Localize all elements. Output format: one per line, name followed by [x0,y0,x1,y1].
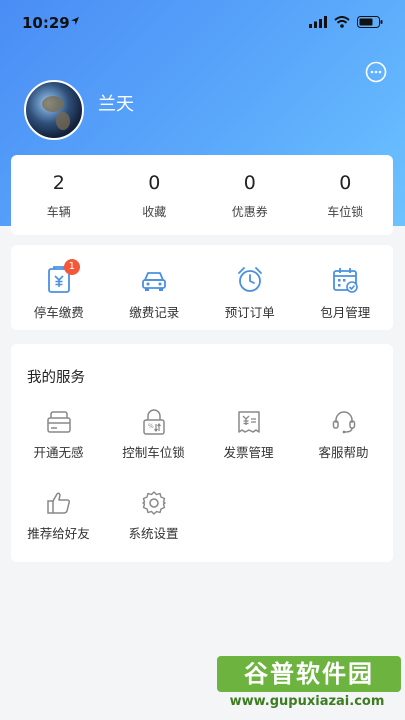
quick-action-label: 停车缴费 [33,305,84,320]
location-arrow-icon [71,17,79,25]
service-label: 控制车位锁 [122,445,185,460]
payment-records-button[interactable]: 缴费记录 [107,245,203,330]
service-system-settings[interactable]: 系统设置 [106,489,201,542]
service-label: 客服帮助 [318,445,369,460]
notification-badge: 1 [63,259,80,275]
service-label: 开通无感 [33,445,84,460]
status-indicators [309,16,383,28]
stat-value: 2 [52,172,65,194]
watermark-url: www.gupuxiazai.com [229,694,385,709]
stat-parking-locks[interactable]: 0 车位锁 [298,155,394,235]
status-bar: 10:29 [0,0,405,44]
monthly-management-button[interactable]: 包月管理 [298,245,394,330]
stat-label: 车辆 [46,205,71,219]
service-label: 系统设置 [128,526,179,541]
thumbs-up-icon [45,489,73,517]
card-icon [45,408,73,436]
stats-card: 2 车辆 0 收藏 0 优惠券 0 车位锁 [11,155,393,235]
wifi-icon [334,16,350,28]
avatar[interactable] [24,80,84,140]
services-card: 我的服务 开通无感 % 控制车位锁 发票管理 客服帮助 推荐给好友 系统设置 [11,344,393,562]
service-label: 发票管理 [223,445,274,460]
svg-text:%: % [148,423,154,430]
service-invoice-management[interactable]: 发票管理 [201,408,296,461]
parking-receipt-icon: 1 [44,259,80,295]
stat-label: 车位锁 [327,205,364,219]
services-title: 我的服务 [27,370,85,386]
signal-icon [309,16,327,28]
watermark-logo: 谷普软件园 www.gupuxiazai.com [213,656,401,716]
avatar-land-shape [42,96,64,112]
gear-icon [140,489,168,517]
quick-action-label: 包月管理 [320,305,371,320]
parking-payment-button[interactable]: 1 停车缴费 [11,245,107,330]
service-parking-lock-control[interactable]: % 控制车位锁 [106,408,201,461]
stat-coupons[interactable]: 0 优惠券 [202,155,298,235]
status-time: 10:29 [22,14,70,32]
watermark-brand: 谷普软件园 [217,656,401,692]
booking-orders-button[interactable]: 预订订单 [202,245,298,330]
service-enable-contactless[interactable]: 开通无感 [11,408,106,461]
service-customer-help[interactable]: 客服帮助 [296,408,391,461]
quick-actions-card: 1 停车缴费 缴费记录 预订订单 包月管理 [11,245,393,330]
stat-value: 0 [243,172,256,194]
car-icon [139,265,169,295]
calendar-check-icon [330,265,360,295]
stat-favorites[interactable]: 0 收藏 [107,155,203,235]
service-label: 推荐给好友 [27,526,90,541]
quick-action-label: 缴费记录 [129,305,180,320]
stat-value: 0 [148,172,161,194]
stat-label: 优惠券 [231,205,268,219]
service-recommend-friends[interactable]: 推荐给好友 [11,489,106,542]
alarm-clock-icon [235,265,265,295]
avatar-land-shape [56,112,70,130]
quick-action-label: 预订订单 [224,305,275,320]
message-icon[interactable] [365,61,387,83]
stat-vehicles[interactable]: 2 车辆 [11,155,107,235]
username[interactable]: 兰天 [98,90,134,116]
battery-icon [357,16,383,28]
stat-value: 0 [339,172,352,194]
stat-label: 收藏 [142,205,167,219]
invoice-icon [235,408,263,436]
headset-icon [330,408,358,436]
lock-icon: % [140,408,168,436]
